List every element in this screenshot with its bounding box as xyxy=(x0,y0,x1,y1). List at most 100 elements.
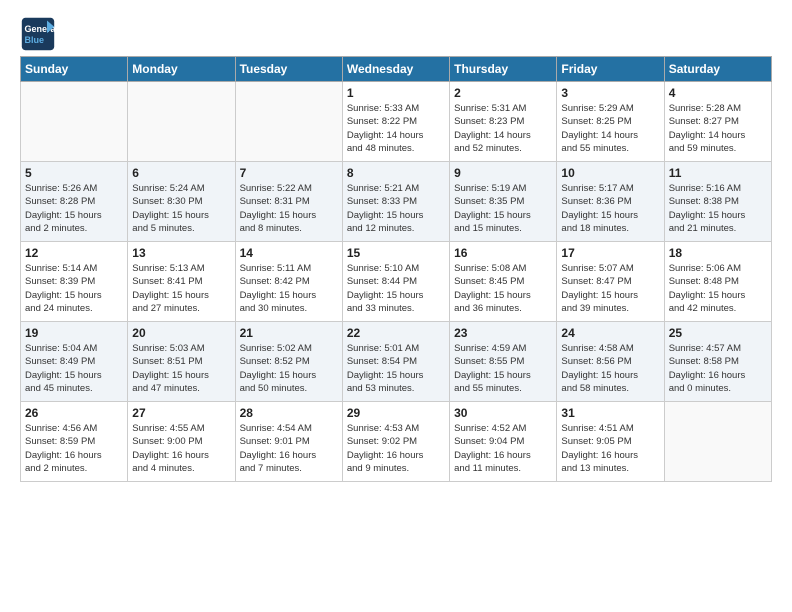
calendar-cell: 17 Sunrise: 5:07 AM Sunset: 8:47 PM Dayli… xyxy=(557,242,664,322)
calendar-table: SundayMondayTuesdayWednesdayThursdayFrid… xyxy=(20,56,772,482)
day-info: Sunrise: 5:14 AM Sunset: 8:39 PM Dayligh… xyxy=(25,262,123,315)
day-info: Sunrise: 5:06 AM Sunset: 8:48 PM Dayligh… xyxy=(669,262,767,315)
calendar-cell: 12 Sunrise: 5:14 AM Sunset: 8:39 PM Dayli… xyxy=(21,242,128,322)
day-number: 17 xyxy=(561,246,659,260)
logo-icon: General Blue xyxy=(20,16,56,52)
calendar-cell: 13 Sunrise: 5:13 AM Sunset: 8:41 PM Dayli… xyxy=(128,242,235,322)
column-header-friday: Friday xyxy=(557,57,664,82)
day-number: 11 xyxy=(669,166,767,180)
calendar-cell: 19 Sunrise: 5:04 AM Sunset: 8:49 PM Dayli… xyxy=(21,322,128,402)
day-info: Sunrise: 4:57 AM Sunset: 8:58 PM Dayligh… xyxy=(669,342,767,395)
column-header-thursday: Thursday xyxy=(450,57,557,82)
day-info: Sunrise: 5:07 AM Sunset: 8:47 PM Dayligh… xyxy=(561,262,659,315)
day-number: 28 xyxy=(240,406,338,420)
svg-text:Blue: Blue xyxy=(25,35,45,45)
calendar-cell: 21 Sunrise: 5:02 AM Sunset: 8:52 PM Dayli… xyxy=(235,322,342,402)
day-number: 9 xyxy=(454,166,552,180)
column-header-monday: Monday xyxy=(128,57,235,82)
day-info: Sunrise: 5:08 AM Sunset: 8:45 PM Dayligh… xyxy=(454,262,552,315)
day-info: Sunrise: 5:24 AM Sunset: 8:30 PM Dayligh… xyxy=(132,182,230,235)
day-number: 16 xyxy=(454,246,552,260)
day-info: Sunrise: 4:59 AM Sunset: 8:55 PM Dayligh… xyxy=(454,342,552,395)
calendar-cell: 11 Sunrise: 5:16 AM Sunset: 8:38 PM Dayli… xyxy=(664,162,771,242)
day-number: 6 xyxy=(132,166,230,180)
day-number: 23 xyxy=(454,326,552,340)
calendar-cell: 24Sunrise: 4:58 AM Sunset: 8:56 PM Dayli… xyxy=(557,322,664,402)
calendar-cell: 16 Sunrise: 5:08 AM Sunset: 8:45 PM Dayli… xyxy=(450,242,557,322)
calendar-cell: 26 Sunrise: 4:56 AM Sunset: 8:59 PM Dayli… xyxy=(21,402,128,482)
day-number: 26 xyxy=(25,406,123,420)
column-header-tuesday: Tuesday xyxy=(235,57,342,82)
calendar-cell xyxy=(128,82,235,162)
day-info: Sunrise: 4:53 AM Sunset: 9:02 PM Dayligh… xyxy=(347,422,445,475)
day-number: 5 xyxy=(25,166,123,180)
day-info: Sunrise: 5:02 AM Sunset: 8:52 PM Dayligh… xyxy=(240,342,338,395)
day-info: Sunrise: 5:21 AM Sunset: 8:33 PM Dayligh… xyxy=(347,182,445,235)
day-info: Sunrise: 4:55 AM Sunset: 9:00 PM Dayligh… xyxy=(132,422,230,475)
day-info: Sunrise: 4:58 AM Sunset: 8:56 PM Dayligh… xyxy=(561,342,659,395)
calendar-cell: 3Sunrise: 5:29 AM Sunset: 8:25 PM Daylig… xyxy=(557,82,664,162)
day-number: 29 xyxy=(347,406,445,420)
day-info: Sunrise: 5:10 AM Sunset: 8:44 PM Dayligh… xyxy=(347,262,445,315)
day-info: Sunrise: 5:33 AM Sunset: 8:22 PM Dayligh… xyxy=(347,102,445,155)
day-number: 15 xyxy=(347,246,445,260)
day-info: Sunrise: 4:52 AM Sunset: 9:04 PM Dayligh… xyxy=(454,422,552,475)
column-header-saturday: Saturday xyxy=(664,57,771,82)
day-info: Sunrise: 4:54 AM Sunset: 9:01 PM Dayligh… xyxy=(240,422,338,475)
day-info: Sunrise: 5:16 AM Sunset: 8:38 PM Dayligh… xyxy=(669,182,767,235)
day-info: Sunrise: 5:13 AM Sunset: 8:41 PM Dayligh… xyxy=(132,262,230,315)
calendar-cell: 29 Sunrise: 4:53 AM Sunset: 9:02 PM Dayli… xyxy=(342,402,449,482)
day-number: 13 xyxy=(132,246,230,260)
day-number: 7 xyxy=(240,166,338,180)
day-number: 12 xyxy=(25,246,123,260)
calendar-cell: 14 Sunrise: 5:11 AM Sunset: 8:42 PM Dayli… xyxy=(235,242,342,322)
header: General Blue xyxy=(20,16,772,52)
day-info: Sunrise: 5:19 AM Sunset: 8:35 PM Dayligh… xyxy=(454,182,552,235)
day-number: 21 xyxy=(240,326,338,340)
day-info: Sunrise: 5:28 AM Sunset: 8:27 PM Dayligh… xyxy=(669,102,767,155)
calendar-cell: 15 Sunrise: 5:10 AM Sunset: 8:44 PM Dayli… xyxy=(342,242,449,322)
calendar-cell: 27 Sunrise: 4:55 AM Sunset: 9:00 PM Dayli… xyxy=(128,402,235,482)
day-info: Sunrise: 5:31 AM Sunset: 8:23 PM Dayligh… xyxy=(454,102,552,155)
day-number: 4 xyxy=(669,86,767,100)
day-number: 31 xyxy=(561,406,659,420)
calendar-cell: 30 Sunrise: 4:52 AM Sunset: 9:04 PM Dayli… xyxy=(450,402,557,482)
day-number: 20 xyxy=(132,326,230,340)
day-number: 18 xyxy=(669,246,767,260)
day-number: 25 xyxy=(669,326,767,340)
day-number: 30 xyxy=(454,406,552,420)
header-row: SundayMondayTuesdayWednesdayThursdayFrid… xyxy=(21,57,772,82)
day-info: Sunrise: 5:11 AM Sunset: 8:42 PM Dayligh… xyxy=(240,262,338,315)
logo: General Blue xyxy=(20,16,56,52)
day-number: 10 xyxy=(561,166,659,180)
calendar-cell: 10 Sunrise: 5:17 AM Sunset: 8:36 PM Dayli… xyxy=(557,162,664,242)
day-info: Sunrise: 4:56 AM Sunset: 8:59 PM Dayligh… xyxy=(25,422,123,475)
column-header-wednesday: Wednesday xyxy=(342,57,449,82)
calendar-cell: 23 Sunrise: 4:59 AM Sunset: 8:55 PM Dayli… xyxy=(450,322,557,402)
main-container: General Blue SundayMondayTuesdayWednesda… xyxy=(0,0,792,492)
week-row-5: 26 Sunrise: 4:56 AM Sunset: 8:59 PM Dayli… xyxy=(21,402,772,482)
calendar-cell xyxy=(21,82,128,162)
calendar-cell: 5Sunrise: 5:26 AM Sunset: 8:28 PM Daylig… xyxy=(21,162,128,242)
day-number: 3 xyxy=(561,86,659,100)
day-number: 2 xyxy=(454,86,552,100)
calendar-cell: 6 Sunrise: 5:24 AM Sunset: 8:30 PM Daylig… xyxy=(128,162,235,242)
calendar-cell: 9 Sunrise: 5:19 AM Sunset: 8:35 PM Daylig… xyxy=(450,162,557,242)
calendar-cell: 31 Sunrise: 4:51 AM Sunset: 9:05 PM Dayli… xyxy=(557,402,664,482)
day-number: 14 xyxy=(240,246,338,260)
calendar-cell: 7Sunrise: 5:22 AM Sunset: 8:31 PM Daylig… xyxy=(235,162,342,242)
week-row-4: 19 Sunrise: 5:04 AM Sunset: 8:49 PM Dayli… xyxy=(21,322,772,402)
calendar-cell xyxy=(235,82,342,162)
calendar-cell: 28 Sunrise: 4:54 AM Sunset: 9:01 PM Dayli… xyxy=(235,402,342,482)
day-number: 19 xyxy=(25,326,123,340)
day-number: 22 xyxy=(347,326,445,340)
week-row-1: 1Sunrise: 5:33 AM Sunset: 8:22 PM Daylig… xyxy=(21,82,772,162)
calendar-cell: 22Sunrise: 5:01 AM Sunset: 8:54 PM Dayli… xyxy=(342,322,449,402)
day-info: Sunrise: 5:04 AM Sunset: 8:49 PM Dayligh… xyxy=(25,342,123,395)
day-number: 27 xyxy=(132,406,230,420)
week-row-3: 12 Sunrise: 5:14 AM Sunset: 8:39 PM Dayli… xyxy=(21,242,772,322)
day-number: 8 xyxy=(347,166,445,180)
day-info: Sunrise: 5:17 AM Sunset: 8:36 PM Dayligh… xyxy=(561,182,659,235)
day-info: Sunrise: 4:51 AM Sunset: 9:05 PM Dayligh… xyxy=(561,422,659,475)
calendar-cell: 2 Sunrise: 5:31 AM Sunset: 8:23 PM Daylig… xyxy=(450,82,557,162)
